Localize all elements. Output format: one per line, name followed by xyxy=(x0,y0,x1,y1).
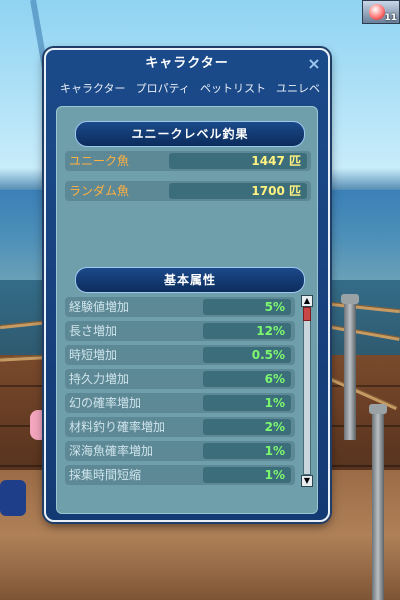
row-value: 2% xyxy=(264,420,285,434)
row-value: 5% xyxy=(264,300,285,314)
scroll-thumb[interactable] xyxy=(303,307,311,321)
rope xyxy=(320,323,400,341)
value-box: 1% xyxy=(203,395,291,411)
attribute-row: 材料釣り確率増加 2% xyxy=(65,417,295,437)
value-box: 5% xyxy=(203,299,291,315)
value-box: 12% xyxy=(203,323,291,339)
attribute-row: 持久力増加 6% xyxy=(65,369,295,389)
attribute-row: 幻の確率増加 1% xyxy=(65,393,295,413)
railing-post xyxy=(372,410,384,600)
random-fish-row: ランダム魚 1700 匹 xyxy=(65,181,311,201)
attributes-scrollbar[interactable]: ▲ ▼ xyxy=(301,295,313,487)
attribute-row: 深海魚確率増加 1% xyxy=(65,441,295,461)
unique-level-header: ユニークレベル釣果 xyxy=(75,121,305,147)
tab-pet-list[interactable]: ペットリスト xyxy=(200,80,266,98)
rope xyxy=(320,300,400,314)
value-box: 1% xyxy=(203,443,291,459)
attribute-row: 採集時間短縮 1% xyxy=(65,465,295,485)
row-value: 1% xyxy=(264,444,285,458)
player-character[interactable] xyxy=(0,480,26,516)
value-box: 1447 匹 xyxy=(169,153,307,169)
attribute-row: 時短増加 0.5% xyxy=(65,345,295,365)
content-panel: ユニークレベル釣果 ユニーク魚 1447 匹 ランダム魚 1700 匹 基本属性… xyxy=(56,106,318,514)
row-label: 時短増加 xyxy=(69,348,118,362)
row-label: 採集時間短縮 xyxy=(69,468,142,482)
row-value: 1447 匹 xyxy=(251,154,301,168)
fishing-ball-icon xyxy=(369,4,385,20)
hud-status-icon[interactable]: 11 xyxy=(362,0,400,24)
row-label: ランダム魚 xyxy=(69,184,130,198)
row-label: 持久力増加 xyxy=(69,372,130,386)
window-tabs: キャラクター プロパティ ペットリスト ユニレベ xyxy=(60,80,320,98)
scroll-up-arrow-icon[interactable]: ▲ xyxy=(301,295,313,307)
row-label: 長さ増加 xyxy=(69,324,118,338)
row-label: 経験値増加 xyxy=(69,300,130,314)
level-badge: 11 xyxy=(384,13,397,23)
railing-post xyxy=(344,300,356,440)
basic-attributes-header: 基本属性 xyxy=(75,267,305,293)
tab-property[interactable]: プロパティ xyxy=(136,80,190,98)
character-window: キャラクター × キャラクター プロパティ ペットリスト ユニレベ ユニークレベ… xyxy=(44,48,330,522)
tab-unique-level[interactable]: ユニレベ xyxy=(276,80,320,98)
window-title: キャラクター xyxy=(145,56,229,71)
scroll-down-arrow-icon[interactable]: ▼ xyxy=(301,475,313,487)
scroll-track[interactable] xyxy=(303,307,311,475)
row-label: 幻の確率増加 xyxy=(69,396,142,410)
row-value: 1% xyxy=(264,468,285,482)
row-value: 0.5% xyxy=(251,348,285,362)
value-box: 0.5% xyxy=(203,347,291,363)
value-box: 2% xyxy=(203,419,291,435)
row-value: 12% xyxy=(256,324,285,338)
row-label: ユニーク魚 xyxy=(69,154,130,168)
value-box: 1700 匹 xyxy=(169,183,307,199)
railing-post-cap xyxy=(369,404,387,414)
row-value: 1% xyxy=(264,396,285,410)
row-value: 6% xyxy=(264,372,285,386)
row-label: 深海魚確率増加 xyxy=(69,444,154,458)
value-box: 1% xyxy=(203,467,291,483)
tab-character[interactable]: キャラクター xyxy=(60,80,126,98)
railing-post-cap xyxy=(341,294,359,304)
attribute-row: 長さ増加 12% xyxy=(65,321,295,341)
close-icon[interactable]: × xyxy=(306,56,322,72)
value-box: 6% xyxy=(203,371,291,387)
attribute-row: 経験値増加 5% xyxy=(65,297,295,317)
row-label: 材料釣り確率増加 xyxy=(69,420,166,434)
unique-fish-row: ユニーク魚 1447 匹 xyxy=(65,151,311,171)
row-value: 1700 匹 xyxy=(251,184,301,198)
